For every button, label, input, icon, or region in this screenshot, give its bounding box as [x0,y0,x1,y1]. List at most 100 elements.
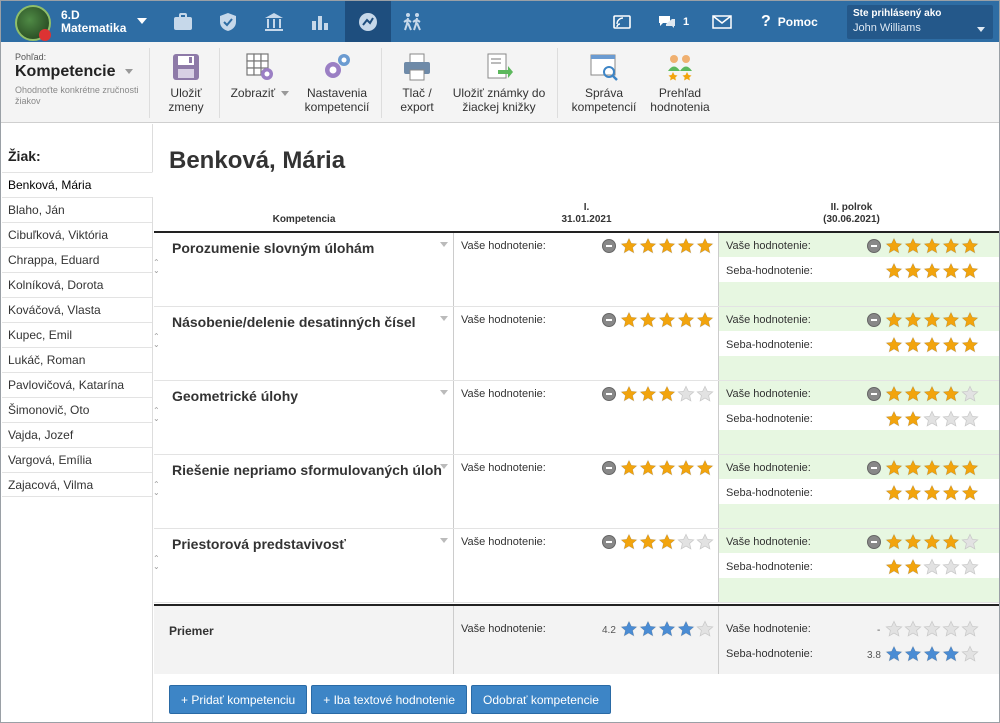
star-icon[interactable] [923,645,941,663]
star-icon[interactable] [942,459,960,477]
help-button[interactable]: ? Pomoc [761,1,818,42]
chevron-down-icon[interactable] [137,18,147,24]
save-grades-button[interactable]: Uložiť známky do žiackej knižky [449,52,549,114]
star-icon[interactable] [942,620,960,638]
clear-rating-icon[interactable] [602,535,616,549]
print-button[interactable]: Tlač / export [391,52,443,114]
star-icon[interactable] [961,410,979,428]
star-icon[interactable] [885,410,903,428]
chevron-down-icon[interactable] [440,464,448,469]
star-icon[interactable] [923,237,941,255]
clear-rating-icon[interactable] [867,239,881,253]
star-icon[interactable] [639,311,657,329]
bank-icon[interactable] [252,1,296,42]
star-icon[interactable] [904,533,922,551]
star-icon[interactable] [696,620,714,638]
star-icon[interactable] [885,533,903,551]
bar-chart-icon[interactable] [298,1,342,42]
star-icon[interactable] [942,385,960,403]
star-icon[interactable] [942,237,960,255]
star-icon[interactable] [620,620,638,638]
add-competence-button[interactable]: + Pridať kompetenciu [169,685,308,714]
star-icon[interactable] [658,459,676,477]
star-icon[interactable] [885,459,903,477]
reorder-handle-icon[interactable]: ⌃ ⌄ [153,555,161,571]
star-icon[interactable] [904,237,922,255]
star-icon[interactable] [677,459,695,477]
reorder-handle-icon[interactable]: ⌃ ⌄ [153,259,161,275]
star-icon[interactable] [696,311,714,329]
student-list-item[interactable]: Cibuľková, Viktória [2,222,152,247]
star-icon[interactable] [923,459,941,477]
star-icon[interactable] [942,262,960,280]
student-list-item[interactable]: Blaho, Ján [2,197,152,222]
star-icon[interactable] [904,311,922,329]
user-menu[interactable]: Ste prihlásený ako John Williams [847,5,993,39]
reorder-handle-icon[interactable]: ⌃ ⌄ [153,481,161,497]
overview-button[interactable]: Prehľad hodnotenia [647,52,713,114]
star-icon[interactable] [696,237,714,255]
chevron-down-icon[interactable] [440,390,448,395]
star-icon[interactable] [923,410,941,428]
shield-icon[interactable] [206,1,250,42]
mail-icon[interactable] [712,1,732,42]
star-icon[interactable] [658,533,676,551]
star-icon[interactable] [923,262,941,280]
star-icon[interactable] [904,336,922,354]
star-icon[interactable] [885,237,903,255]
star-icon[interactable] [904,558,922,576]
star-icon[interactable] [677,533,695,551]
star-icon[interactable] [658,385,676,403]
star-icon[interactable] [639,459,657,477]
clear-rating-icon[interactable] [602,387,616,401]
student-list-item[interactable]: Zajacová, Vilma [2,472,152,497]
star-icon[interactable] [658,237,676,255]
star-icon[interactable] [904,410,922,428]
star-icon[interactable] [942,410,960,428]
clear-rating-icon[interactable] [602,313,616,327]
student-list-item[interactable]: Kolníková, Dorota [2,272,152,297]
star-icon[interactable] [961,237,979,255]
cast-icon[interactable] [613,1,631,42]
star-icon[interactable] [904,385,922,403]
star-icon[interactable] [942,558,960,576]
star-icon[interactable] [904,645,922,663]
clear-rating-icon[interactable] [867,313,881,327]
star-icon[interactable] [677,620,695,638]
messages-button[interactable]: 1 [657,1,689,42]
clear-rating-icon[interactable] [602,239,616,253]
star-icon[interactable] [904,459,922,477]
star-icon[interactable] [961,645,979,663]
text-rating-button[interactable]: + Iba textové hodnotenie [311,685,468,714]
chevron-down-icon[interactable] [440,538,448,543]
star-icon[interactable] [620,385,638,403]
student-list-item[interactable]: Kováčová, Vlasta [2,297,152,322]
star-icon[interactable] [658,311,676,329]
walking-people-icon[interactable] [391,1,435,42]
remove-competences-button[interactable]: Odobrať kompetencie [471,685,611,714]
star-icon[interactable] [696,459,714,477]
star-icon[interactable] [923,620,941,638]
star-icon[interactable] [658,620,676,638]
star-icon[interactable] [942,336,960,354]
star-icon[interactable] [885,262,903,280]
star-icon[interactable] [942,484,960,502]
star-icon[interactable] [961,459,979,477]
star-icon[interactable] [923,311,941,329]
star-icon[interactable] [620,237,638,255]
student-list-item[interactable]: Vajda, Jozef [2,422,152,447]
star-icon[interactable] [620,459,638,477]
star-icon[interactable] [639,620,657,638]
star-icon[interactable] [677,311,695,329]
star-icon[interactable] [904,262,922,280]
student-list-item[interactable]: Pavlovičová, Katarína [2,372,152,397]
star-icon[interactable] [961,262,979,280]
star-icon[interactable] [696,533,714,551]
star-icon[interactable] [885,484,903,502]
settings-button[interactable]: Nastavenia kompetencií [301,52,373,114]
briefcase-icon[interactable] [161,1,205,42]
student-list-item[interactable]: Kupec, Emil [2,322,152,347]
star-icon[interactable] [961,558,979,576]
save-button[interactable]: Uložiť zmeny [161,52,211,114]
star-icon[interactable] [639,237,657,255]
